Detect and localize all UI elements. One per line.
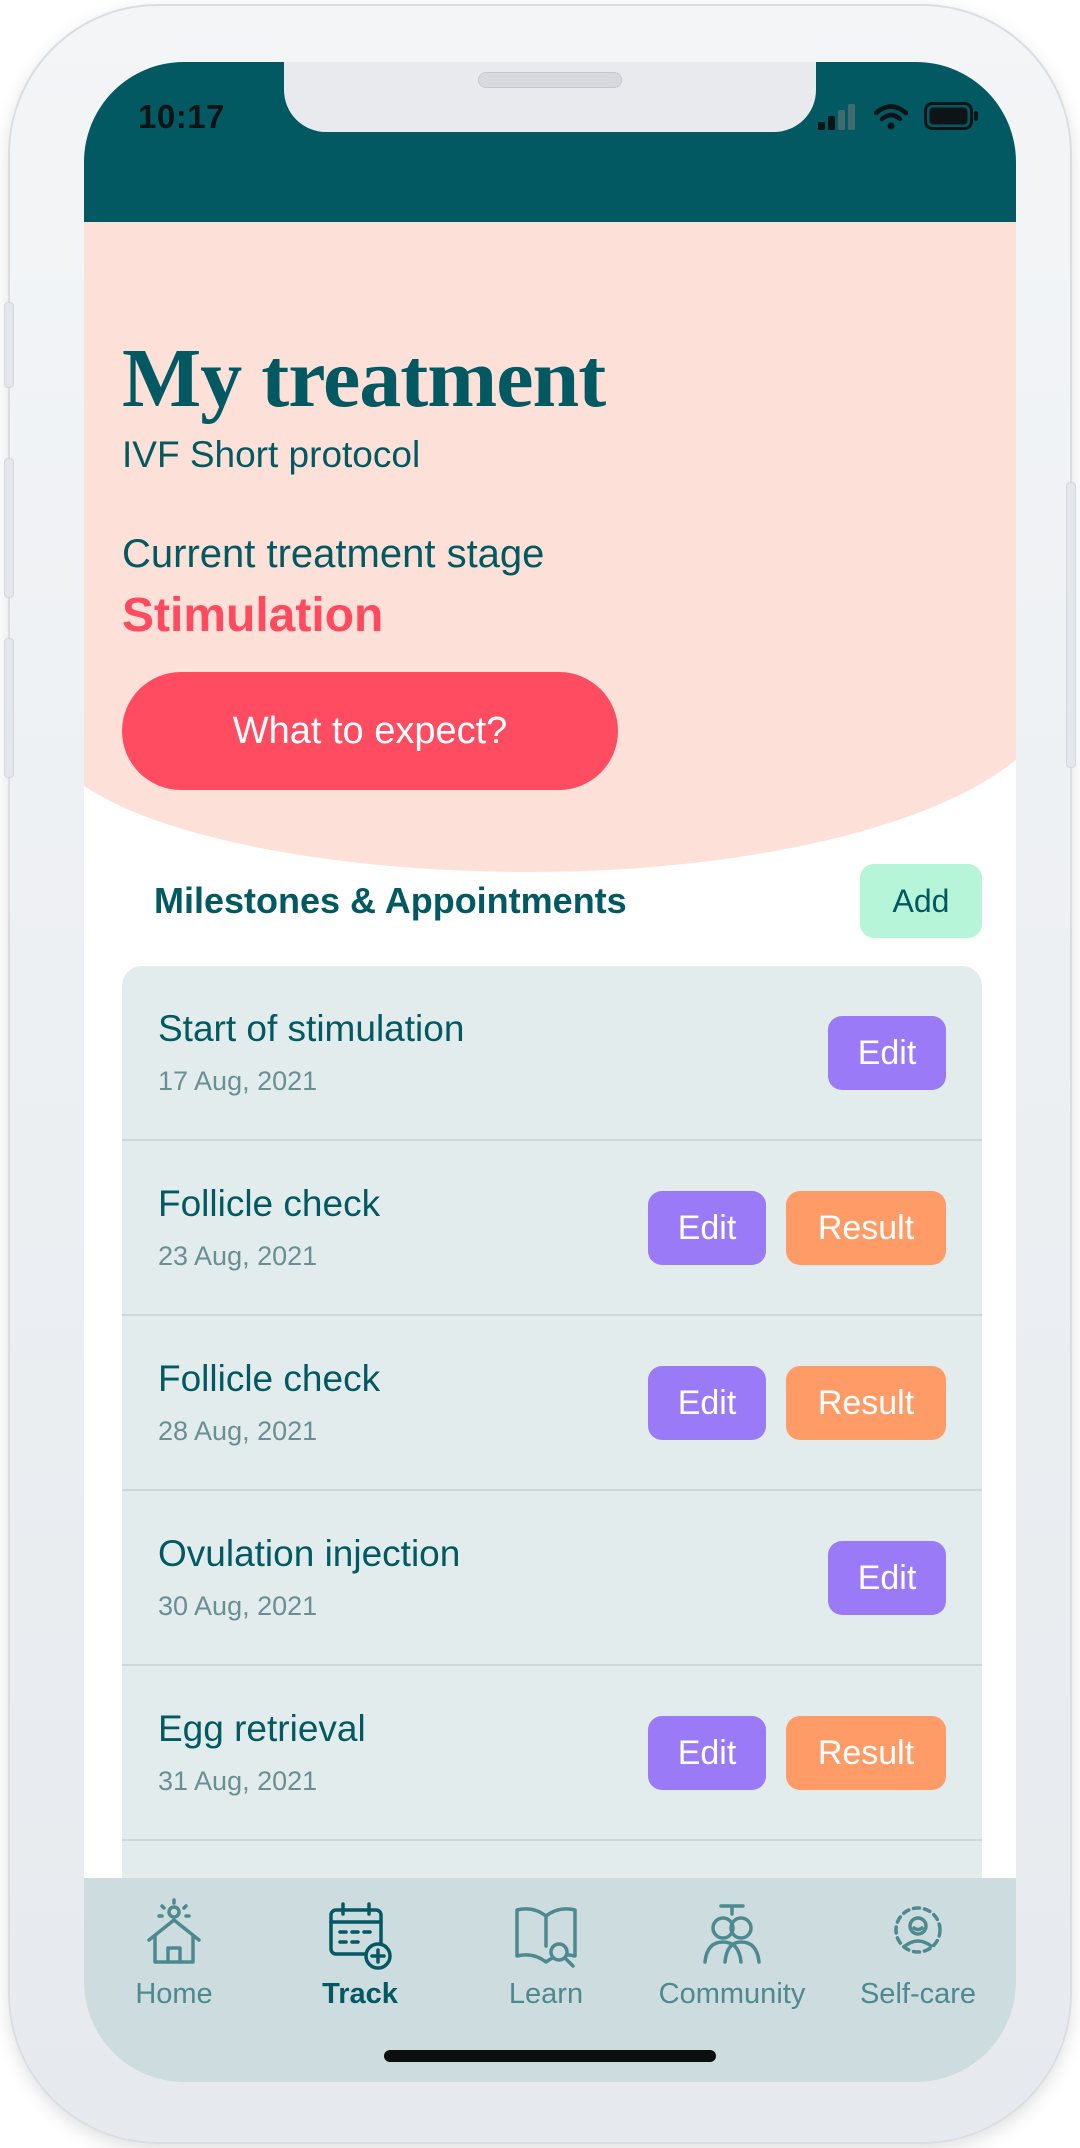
edit-button[interactable]: Edit: [828, 1016, 946, 1090]
milestone-actions: Edit Result: [648, 1366, 946, 1440]
edit-button[interactable]: Edit: [828, 1541, 946, 1615]
milestones-heading: Milestones & Appointments: [154, 880, 627, 921]
protocol-name: IVF Short protocol: [122, 434, 421, 475]
nav-label: Community: [658, 1978, 806, 2010]
book-search-icon: [515, 1907, 577, 1968]
milestone-title: Follicle check: [158, 1183, 381, 1224]
nav-label: Track: [322, 1978, 398, 2010]
result-button[interactable]: Result: [786, 1366, 946, 1440]
milestone-title: Follicle check: [158, 1358, 381, 1399]
milestone-date: 28 Aug, 2021: [158, 1416, 318, 1446]
nav-self-care[interactable]: Self-care: [828, 1898, 1008, 2011]
edit-button[interactable]: Edit: [648, 1191, 766, 1265]
add-milestone-button[interactable]: Add: [860, 864, 982, 938]
milestone-actions: Edit Result: [648, 1716, 946, 1790]
self-care-icon: [894, 1906, 942, 1954]
milestone-row: Follicle check 23 Aug, 2021 Edit Result: [122, 1141, 982, 1316]
milestone-title: Egg retrieval: [158, 1708, 366, 1749]
nav-community[interactable]: Community: [642, 1898, 822, 2011]
milestone-title: Ovulation injection: [158, 1533, 461, 1574]
nav-track[interactable]: Track: [270, 1898, 450, 2011]
milestone-date: 17 Aug, 2021: [158, 1066, 318, 1096]
calendar-add-icon: [329, 1902, 392, 1970]
nav-label: Home: [135, 1978, 213, 2010]
volume-down-button: [4, 638, 14, 778]
milestone-row: Ovulation injection 30 Aug, 2021 Edit: [122, 1491, 982, 1666]
home-indicator[interactable]: [384, 2050, 716, 2062]
result-button[interactable]: Result: [786, 1191, 946, 1265]
milestone-date: 23 Aug, 2021: [158, 1241, 318, 1271]
milestone-title: Start of stimulation: [158, 1008, 465, 1049]
page-title: My treatment: [122, 332, 606, 425]
current-stage: Stimulation: [122, 589, 384, 642]
milestone-date: 31 Aug, 2021: [158, 1766, 318, 1796]
milestone-row: Follicle check 28 Aug, 2021 Edit Result: [122, 1316, 982, 1491]
silent-switch: [4, 302, 14, 388]
phone-frame: 10:17 My treatment IVF Short protocol Cu…: [4, 4, 1076, 2144]
header-overlay: [84, 62, 1016, 292]
milestone-actions: Edit: [828, 1016, 946, 1090]
milestone-actions: Edit Result: [648, 1191, 946, 1265]
nav-label: Learn: [508, 1978, 584, 2010]
home-icon: [147, 1898, 201, 1964]
milestones-list: Start of stimulation 17 Aug, 2021 Edit F…: [122, 966, 982, 1966]
result-button[interactable]: Result: [786, 1716, 946, 1790]
people-icon: [703, 1904, 761, 1964]
nav-learn[interactable]: Learn: [456, 1898, 636, 2011]
what-to-expect-button[interactable]: What to expect?: [122, 672, 618, 790]
power-button: [1066, 482, 1076, 768]
milestone-actions: Edit: [828, 1541, 946, 1615]
edit-button[interactable]: Edit: [648, 1366, 766, 1440]
edit-button[interactable]: Edit: [648, 1716, 766, 1790]
nav-label: Self-care: [859, 1978, 977, 2010]
milestone-row: Start of stimulation 17 Aug, 2021 Edit: [122, 966, 982, 1141]
milestone-row: Egg retrieval 31 Aug, 2021 Edit Result: [122, 1666, 982, 1841]
app-screen: 10:17 My treatment IVF Short protocol Cu…: [84, 62, 1016, 2082]
nav-home[interactable]: Home: [84, 1898, 264, 2011]
milestone-date: 30 Aug, 2021: [158, 1591, 318, 1621]
volume-up-button: [4, 458, 14, 598]
stage-label: Current treatment stage: [122, 532, 545, 576]
